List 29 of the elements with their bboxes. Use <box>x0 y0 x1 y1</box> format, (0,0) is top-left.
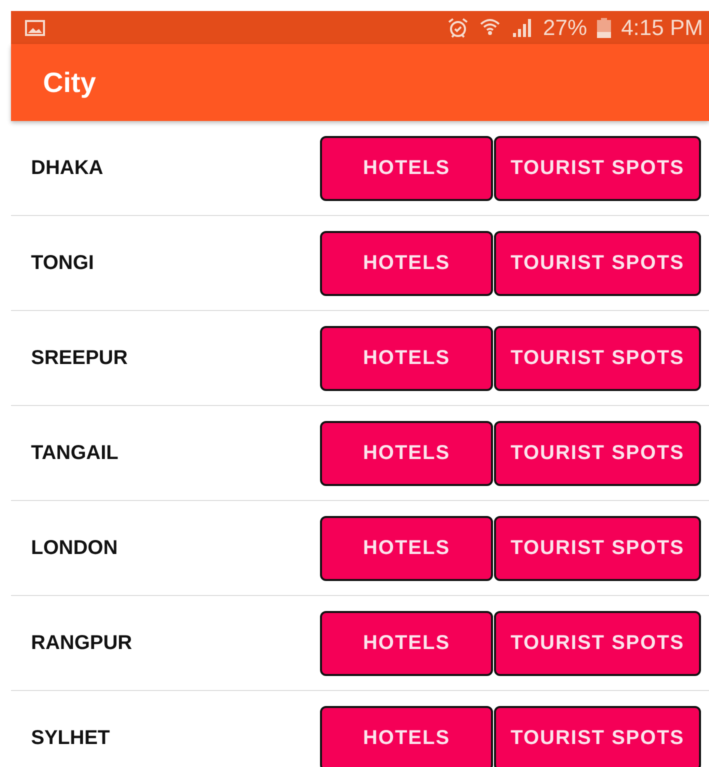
hotels-button[interactable]: HOTELS <box>320 230 493 296</box>
hotels-button[interactable]: HOTELS <box>320 420 493 486</box>
tourist-spots-button[interactable]: TOURIST SPOTS <box>494 326 701 390</box>
signal-icon <box>511 18 534 36</box>
city-name: LONDON <box>30 536 119 560</box>
tourist-spots-button[interactable]: TOURIST SPOTS <box>494 706 701 767</box>
tourist-spots-button[interactable]: TOURIST SPOTS <box>494 136 701 200</box>
battery-percentage: 27% <box>543 14 588 40</box>
city-name: RANGPUR <box>30 632 134 654</box>
tourist-spots-button[interactable]: TOURIST SPOTS <box>494 420 701 486</box>
city-name: DHAKA <box>30 156 104 180</box>
city-name: TONGI <box>30 252 95 274</box>
tourist-spots-button[interactable]: TOURIST SPOTS <box>494 230 701 296</box>
hotels-button[interactable]: HOTELS <box>320 136 493 200</box>
city-name: SREEPUR <box>30 346 129 370</box>
alarm-icon <box>447 18 470 38</box>
city-name: SYLHET <box>30 726 111 750</box>
clock-time: 4:15 PM <box>621 14 703 40</box>
image-icon <box>25 20 45 36</box>
tourist-spots-button[interactable]: TOURIST SPOTS <box>494 610 701 676</box>
wifi-icon <box>479 18 502 38</box>
hotels-button[interactable]: HOTELS <box>320 326 493 390</box>
hotels-button[interactable]: HOTELS <box>320 706 493 767</box>
tourist-spots-button[interactable]: TOURIST SPOTS <box>494 516 701 580</box>
hotels-button[interactable]: HOTELS <box>320 610 493 676</box>
battery-icon <box>597 18 612 38</box>
hotels-button[interactable]: HOTELS <box>320 516 493 580</box>
city-name: TANGAIL <box>30 442 120 464</box>
app-bar-title: City <box>43 66 96 98</box>
